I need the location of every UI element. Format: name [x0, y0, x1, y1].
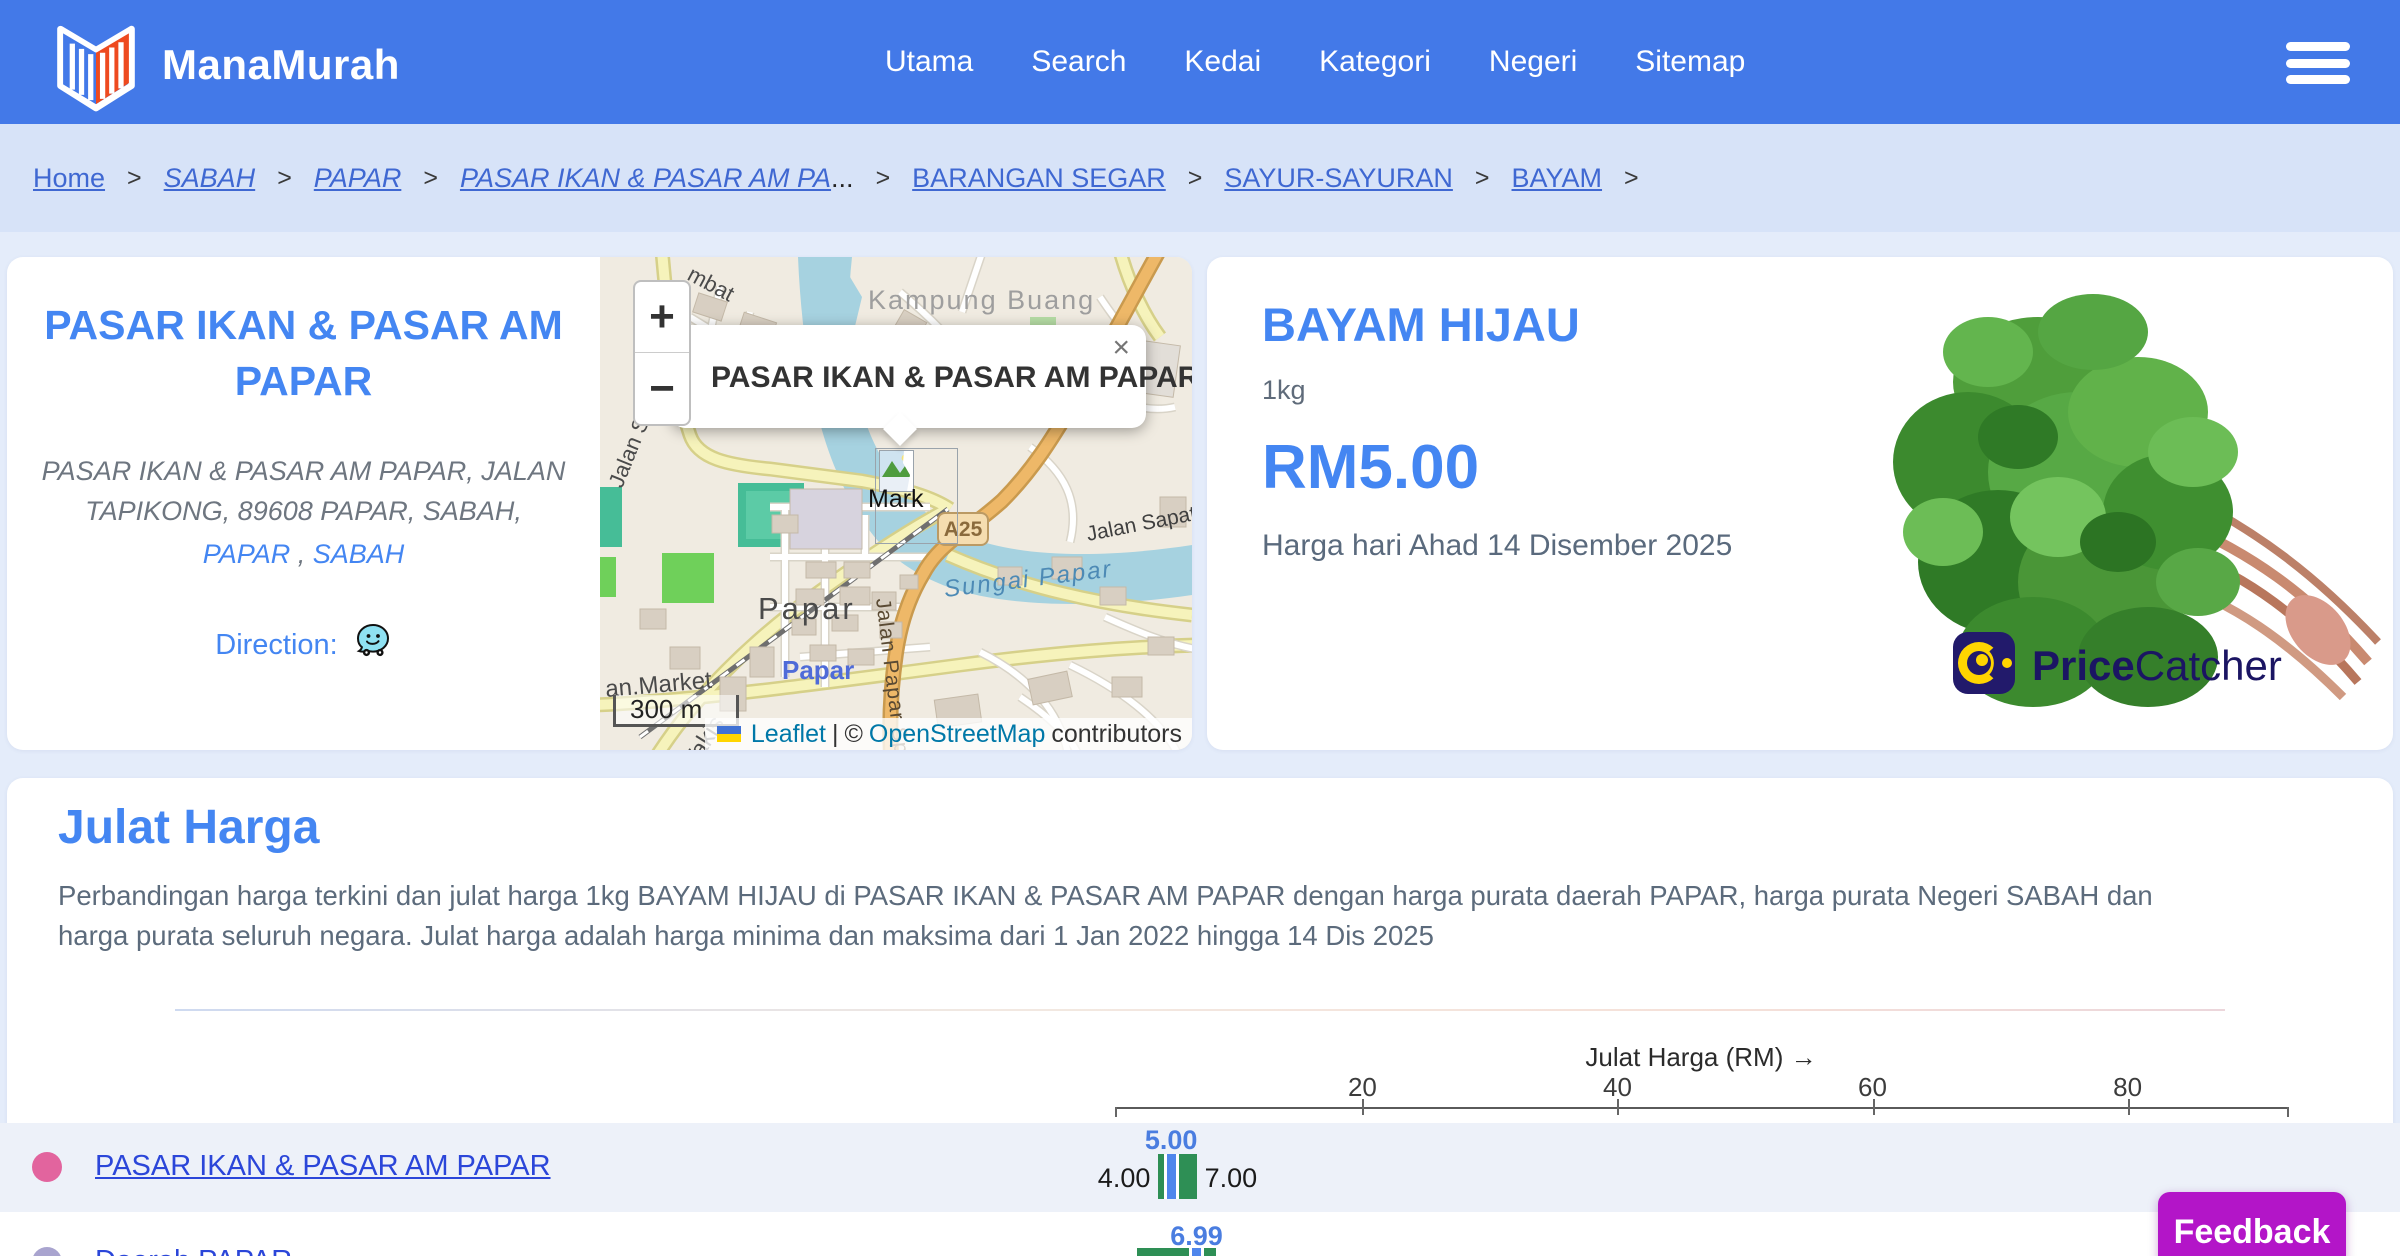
- axis-line: [1115, 1107, 2287, 1109]
- state-link[interactable]: SABAH: [313, 539, 405, 569]
- zoom-in-button[interactable]: +: [635, 282, 689, 353]
- section-divider: [175, 1009, 2225, 1011]
- product-price: RM5.00: [1262, 433, 1480, 502]
- store-area-links: PAPAR , SABAH: [7, 539, 600, 570]
- popup-close-icon[interactable]: ×: [1112, 331, 1130, 365]
- axis-tick-label: 60: [1858, 1072, 1887, 1102]
- row-max-label: 7.00: [1204, 1163, 1258, 1193]
- row-store-link[interactable]: PASAR IKAN & PASAR AM PAPAR: [95, 1150, 551, 1183]
- crumb-home[interactable]: Home: [33, 163, 105, 194]
- feedback-button[interactable]: Feedback: [2158, 1192, 2346, 1256]
- crumb-papar[interactable]: PAPAR: [314, 163, 402, 194]
- store-title: PASAR IKAN & PASAR AM PAPAR: [44, 302, 563, 404]
- axis-tick-label: 80: [2113, 1072, 2143, 1102]
- attr-copyright: ©: [844, 719, 863, 748]
- row-value-label: 5.00: [1144, 1125, 1198, 1155]
- attr-contributors: contributors: [1051, 719, 1182, 748]
- pricecatcher-icon: [1952, 629, 2018, 702]
- map-label-town: Papar: [758, 591, 856, 626]
- marker-alt-text: Mark: [868, 485, 924, 513]
- zoom-out-button[interactable]: −: [635, 353, 689, 424]
- direction-label: Direction:: [215, 628, 338, 661]
- ukraine-flag-icon: [716, 726, 741, 742]
- leaflet-map[interactable]: A25 Kampung Buang Papar Papar Sungai Pap…: [600, 257, 1192, 750]
- row-value-marker: [1188, 1248, 1204, 1256]
- district-link[interactable]: PAPAR: [203, 539, 291, 569]
- nav-negeri[interactable]: Negeri: [1489, 45, 1577, 79]
- row-min-label: 4.00: [1097, 1163, 1151, 1193]
- store-info: PASAR IKAN & PASAR AM PAPAR PASAR IKAN &…: [7, 257, 600, 750]
- section-description: Perbandingan harga terkini dan julat har…: [58, 880, 2153, 951]
- axis-endcap: [2287, 1107, 2289, 1117]
- nav-sitemap[interactable]: Sitemap: [1635, 45, 1745, 79]
- row-dot: [32, 1152, 62, 1182]
- axis-tick-label: 20: [1347, 1072, 1377, 1102]
- popup-title: PASAR IKAN & PASAR AM PAPAR: [711, 361, 1192, 394]
- row-range-bar: [1136, 1248, 1217, 1256]
- crumb-sayur-sayuran[interactable]: SAYUR-SAYURAN: [1224, 163, 1453, 194]
- breadcrumb-separator: >: [423, 163, 438, 192]
- nav-kategori[interactable]: Kategori: [1319, 45, 1431, 79]
- row-store-link[interactable]: Daerah PAPAR: [95, 1245, 292, 1256]
- page: ManaMurah Utama Search Kedai Kategori Ne…: [0, 0, 2400, 1256]
- map-attribution: Leaflet | © OpenStreetMap contributors: [704, 718, 1192, 750]
- waze-icon[interactable]: [354, 622, 392, 668]
- manamurah-logo-icon: [48, 12, 144, 117]
- breadcrumb-separator: >: [1187, 163, 1203, 192]
- crumb-barangan-segar[interactable]: BARANGAN SEGAR: [912, 163, 1166, 194]
- pricecatcher-wordmark: PriceCatcher: [2032, 641, 2282, 689]
- product-unit: 1kg: [1262, 375, 1306, 405]
- map-zoom-control: + −: [633, 280, 691, 426]
- app-header: ManaMurah Utama Search Kedai Kategori Ne…: [0, 0, 2400, 124]
- openstreetmap-link[interactable]: OpenStreetMap: [869, 720, 1046, 749]
- crumb-bayam[interactable]: BAYAM: [1512, 163, 1603, 194]
- product-card: BAYAM HIJAU 1kg RM5.00 Harga hari Ahad 1…: [1207, 257, 2393, 750]
- breadcrumb-separator: >: [1624, 163, 1639, 192]
- axis-endcap: [1115, 1107, 1117, 1117]
- map-label-village: Kampung Buang: [868, 285, 1095, 315]
- breadcrumb-separator: >: [127, 163, 142, 192]
- axis-tick-label: 40: [1602, 1072, 1632, 1102]
- brand[interactable]: ManaMurah: [48, 12, 400, 117]
- hamburger-menu-icon[interactable]: [2286, 42, 2350, 84]
- axis-label: Julat Harga (RM) →: [1585, 1042, 1817, 1072]
- crumb-ellipsis: ...: [831, 162, 854, 193]
- crumb-sabah[interactable]: SABAH: [164, 163, 256, 194]
- store-address: PASAR IKAN & PASAR AM PAPAR, JALAN TAPIK…: [41, 456, 566, 526]
- pricecatcher-logo: PriceCatcher: [1952, 629, 2282, 702]
- map-popup: PASAR IKAN & PASAR AM PAPAR ×: [671, 325, 1192, 428]
- product-name: BAYAM HIJAU: [1262, 298, 1580, 351]
- nav-search[interactable]: Search: [1031, 45, 1126, 79]
- store-card: PASAR IKAN & PASAR AM PAPAR PASAR IKAN &…: [7, 257, 1192, 750]
- attr-separator: |: [831, 719, 839, 748]
- direction-row: Direction:: [7, 622, 600, 668]
- map-label-station: Papar: [782, 655, 854, 685]
- breadcrumb-separator: >: [277, 163, 292, 192]
- row-value-marker: [1163, 1154, 1179, 1199]
- breadcrumb-separator: >: [875, 163, 891, 192]
- nav-utama[interactable]: Utama: [885, 45, 973, 79]
- leaflet-link[interactable]: Leaflet: [751, 720, 826, 749]
- comma: ,: [297, 539, 306, 569]
- breadcrumb-separator: >: [1474, 163, 1490, 192]
- breadcrumb: Home > SABAH > PAPAR > PASAR IKAN & PASA…: [33, 124, 1639, 232]
- breadcrumb-bar: Home > SABAH > PAPAR > PASAR IKAN & PASA…: [0, 124, 2400, 232]
- brand-name: ManaMurah: [162, 40, 400, 88]
- main-nav: Utama Search Kedai Kategori Negeri Sitem…: [885, 0, 1745, 124]
- price-date-note: Harga hari Ahad 14 Disember 2025: [1262, 529, 1733, 562]
- crumb-store[interactable]: PASAR IKAN & PASAR AM PA: [460, 163, 831, 194]
- nav-kedai[interactable]: Kedai: [1184, 45, 1261, 79]
- section-heading: Julat Harga: [58, 801, 320, 854]
